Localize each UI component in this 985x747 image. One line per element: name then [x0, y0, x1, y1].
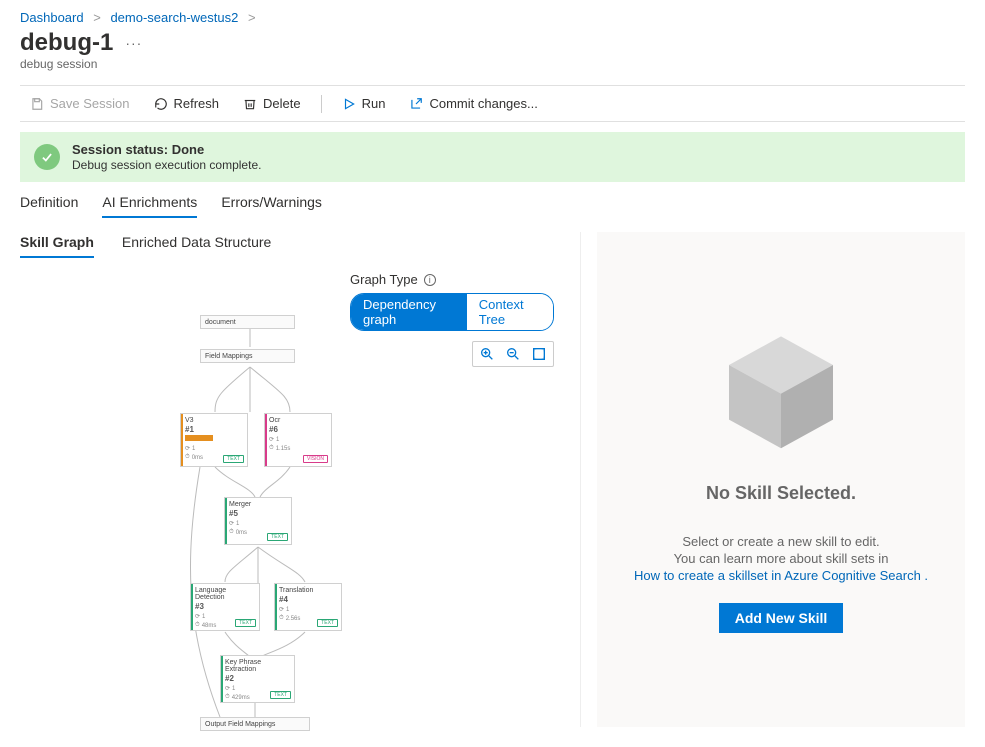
info-icon[interactable]: i [424, 274, 436, 286]
breadcrumb-dashboard[interactable]: Dashboard [20, 10, 84, 25]
delete-button[interactable]: Delete [233, 92, 311, 115]
warning-badge [185, 435, 213, 441]
skillset-docs-link[interactable]: How to create a skillset in Azure Cognit… [634, 568, 928, 583]
graph-type-label: Graph Type [350, 272, 418, 287]
status-detail: Debug session execution complete. [72, 158, 261, 172]
node-document[interactable]: document [200, 315, 295, 329]
node-skill-4[interactable]: Translation #4 ⟳ 1 ⏱ 2.56s TEXT [274, 583, 342, 631]
details-line-1: Select or create a new skill to edit. [682, 534, 879, 549]
skill-graph-canvas[interactable]: document Field Mappings V3 #1 ⟳ 1 ⏱ 0ms … [20, 297, 564, 727]
sub-tabs: Skill Graph Enriched Data Structure [20, 232, 564, 258]
node-output-field-mappings[interactable]: Output Field Mappings [200, 717, 310, 731]
add-new-skill-button[interactable]: Add New Skill [719, 603, 844, 633]
page-title: debug-1 [20, 29, 113, 57]
toolbar: Save Session Refresh Delete Run Commit c… [20, 85, 965, 122]
more-actions-button[interactable]: ··· [125, 35, 142, 51]
tab-skill-graph[interactable]: Skill Graph [20, 232, 94, 258]
breadcrumb-resource[interactable]: demo-search-westus2 [110, 10, 238, 25]
page-subtitle: debug session [20, 57, 965, 71]
save-session-button: Save Session [20, 92, 140, 115]
toolbar-divider [321, 95, 322, 113]
cube-placeholder-icon [716, 326, 846, 459]
refresh-button[interactable]: Refresh [144, 92, 230, 115]
graph-edges [20, 297, 360, 727]
node-skill-3[interactable]: Language Detection #3 ⟳ 1 ⏱ 48ms TEXT [190, 583, 260, 631]
tab-enriched-data-structure[interactable]: Enriched Data Structure [122, 232, 271, 258]
chevron-right-icon: > [248, 10, 256, 25]
play-icon [342, 97, 356, 111]
tab-ai-enrichments[interactable]: AI Enrichments [102, 190, 197, 218]
main-tabs: Definition AI Enrichments Errors/Warning… [20, 190, 965, 218]
node-skill-1[interactable]: V3 #1 ⟳ 1 ⏱ 0ms TEXT [180, 413, 248, 467]
trash-icon [243, 97, 257, 111]
chevron-right-icon: > [93, 10, 101, 25]
commit-icon [409, 97, 423, 111]
skill-details-panel: No Skill Selected. Select or create a ne… [597, 232, 965, 727]
status-banner: Session status: Done Debug session execu… [20, 132, 965, 182]
refresh-icon [154, 97, 168, 111]
tab-definition[interactable]: Definition [20, 190, 78, 218]
no-skill-heading: No Skill Selected. [706, 483, 856, 504]
breadcrumb: Dashboard > demo-search-westus2 > [20, 10, 965, 25]
tab-errors-warnings[interactable]: Errors/Warnings [221, 190, 322, 218]
node-skill-2[interactable]: Key Phrase Extraction #2 ⟳ 1 ⏱ 429ms TEX… [220, 655, 295, 703]
commit-changes-button[interactable]: Commit changes... [399, 92, 547, 115]
node-field-mappings[interactable]: Field Mappings [200, 349, 295, 363]
status-title: Session status: Done [72, 142, 261, 157]
success-check-icon [34, 144, 60, 170]
run-button[interactable]: Run [332, 92, 396, 115]
node-skill-6[interactable]: Ocr #6 ⟳ 1 ⏱ 1.15s VISION [264, 413, 332, 467]
details-line-2: You can learn more about skill sets in [674, 551, 889, 566]
node-skill-5[interactable]: Merger #5 ⟳ 1 ⏱ 0ms TEXT [224, 497, 292, 545]
save-icon [30, 97, 44, 111]
